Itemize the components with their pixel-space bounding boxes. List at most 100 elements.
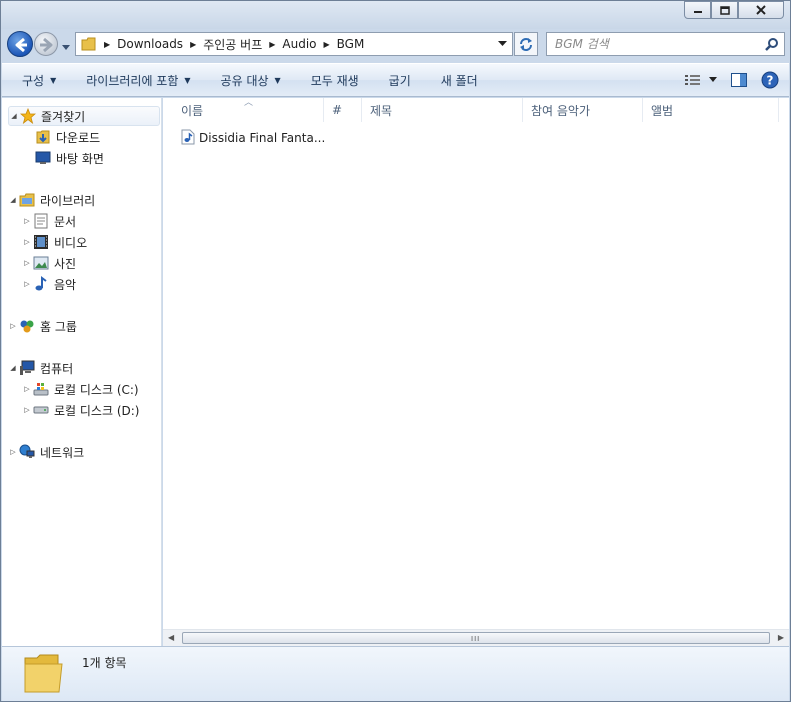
preview-pane-icon[interactable]	[731, 73, 747, 87]
column-header-contributing-artists[interactable]: 참여 음악가	[523, 98, 643, 122]
expand-arrow-icon[interactable]: ▷	[22, 238, 32, 246]
column-header-label: 앨범	[651, 103, 674, 118]
column-header-album[interactable]: 앨범	[643, 98, 779, 122]
organize-menu[interactable]: 구성 ▼	[2, 64, 71, 96]
column-header-label: 이름	[181, 103, 204, 118]
address-dropdown-icon[interactable]	[498, 41, 507, 47]
expand-arrow-icon[interactable]: ▷	[8, 448, 18, 456]
expand-arrow-icon[interactable]: ▷	[22, 259, 32, 267]
sidebar-item-network[interactable]: ▷ 네트워크	[8, 442, 84, 462]
expand-arrow-icon[interactable]: ▷	[22, 385, 32, 393]
sidebar-item-libraries[interactable]: ◢ 라이브러리	[8, 190, 95, 210]
burn-button[interactable]: 굽기	[374, 64, 426, 96]
breadcrumb-separator-icon[interactable]: ▶	[269, 40, 275, 49]
libraries-icon	[18, 192, 36, 208]
breadcrumb-separator-icon[interactable]: ▶	[190, 40, 196, 49]
close-button[interactable]	[738, 1, 784, 19]
sidebar-item-label: 음악	[54, 277, 77, 292]
scroll-right-icon[interactable]: ▶	[778, 633, 784, 642]
search-box[interactable]	[546, 32, 785, 56]
pictures-icon	[32, 255, 50, 271]
documents-icon	[32, 213, 50, 229]
maximize-button[interactable]	[711, 1, 738, 19]
grip-icon: III	[471, 635, 481, 643]
file-list[interactable]: ︿ 이름 # 제목 참여 음악가 앨범 Dissidia Final Fanta…	[163, 98, 789, 646]
command-bar: 구성 ▼ 라이브러리에 포함 ▼ 공유 대상 ▼ 모두 재생 굽기 새 폴더 ?	[2, 63, 789, 97]
column-header-title[interactable]: 제목	[362, 98, 523, 122]
sidebar-item-label: 라이브러리	[40, 193, 96, 208]
sidebar-item-documents[interactable]: ▷ 문서	[22, 211, 76, 231]
sidebar-item-favorites[interactable]: ◢ 즐겨찾기	[8, 106, 160, 126]
search-input[interactable]	[555, 37, 760, 51]
item-count: 1개 항목	[82, 656, 127, 670]
sidebar-item-computer[interactable]: ◢ 컴퓨터	[8, 358, 73, 378]
folder-icon	[24, 654, 63, 693]
sidebar-item-label: 네트워크	[40, 445, 85, 460]
expand-arrow-icon[interactable]: ◢	[8, 196, 18, 204]
video-icon	[32, 234, 50, 250]
star-icon	[19, 108, 37, 124]
sidebar-item-local-disk-c[interactable]: ▷ 로컬 디스크 (C:)	[22, 379, 139, 399]
breadcrumb-downloads[interactable]: Downloads	[117, 37, 183, 51]
refresh-button[interactable]	[514, 32, 538, 56]
breadcrumb-separator-icon[interactable]: ▶	[104, 40, 110, 49]
sidebar-item-label: 사진	[54, 256, 77, 271]
forward-button[interactable]	[34, 32, 58, 56]
sidebar-item-pictures[interactable]: ▷ 사진	[22, 253, 76, 273]
sidebar-item-label: 홈 그룹	[40, 319, 77, 334]
column-header-name[interactable]: 이름	[173, 98, 324, 122]
new-folder-button[interactable]: 새 폴더	[426, 64, 493, 96]
sidebar-item-homegroup[interactable]: ▷ 홈 그룹	[8, 316, 77, 336]
column-header-row: ︿ 이름 # 제목 참여 음악가 앨범	[163, 98, 789, 122]
chevron-down-icon: ▼	[50, 75, 57, 85]
breadcrumb-bgm[interactable]: BGM	[337, 37, 365, 51]
scroll-left-icon[interactable]: ◀	[168, 633, 174, 642]
horizontal-scrollbar[interactable]: ◀ III ▶	[163, 629, 789, 646]
expand-arrow-icon[interactable]: ▷	[22, 406, 32, 414]
change-view-button[interactable]	[685, 74, 717, 86]
sidebar-item-downloads[interactable]: 다운로드	[34, 127, 100, 147]
address-bar[interactable]: ▶ Downloads ▶ 주인공 버프 ▶ Audio ▶ BGM	[75, 32, 513, 56]
sidebar-item-videos[interactable]: ▷ 비디오	[22, 232, 87, 252]
include-in-library-menu[interactable]: 라이브러리에 포함 ▼	[71, 64, 205, 96]
organize-label: 구성	[22, 73, 45, 88]
include-in-library-label: 라이브러리에 포함	[86, 73, 179, 88]
breadcrumb-separator-icon[interactable]: ▶	[324, 40, 330, 49]
chevron-down-icon	[709, 77, 717, 82]
share-with-label: 공유 대상	[220, 73, 269, 88]
minimize-button[interactable]	[684, 1, 711, 19]
title-bar[interactable]	[1, 1, 790, 29]
sidebar-item-music[interactable]: ▷ 음악	[22, 274, 76, 294]
expand-arrow-icon[interactable]: ▷	[22, 280, 32, 288]
back-button[interactable]	[7, 31, 33, 57]
network-icon	[18, 444, 36, 460]
sidebar-item-label: 로컬 디스크 (C:)	[54, 382, 139, 397]
window-controls	[684, 1, 784, 19]
computer-icon	[18, 360, 36, 376]
sidebar-item-label: 바탕 화면	[56, 151, 104, 166]
expand-arrow-icon[interactable]: ◢	[8, 364, 18, 372]
sidebar-item-desktop[interactable]: 바탕 화면	[34, 148, 104, 168]
list-item[interactable]: Dissidia Final Fanta...	[181, 128, 325, 148]
expand-arrow-icon[interactable]: ▷	[22, 217, 32, 225]
search-icon[interactable]	[765, 37, 779, 51]
scrollbar-thumb[interactable]: III	[182, 632, 770, 644]
explorer-window: ▶ Downloads ▶ 주인공 버프 ▶ Audio ▶ BGM BGM 검…	[0, 0, 791, 702]
details-view-icon	[685, 75, 700, 85]
file-name: Dissidia Final Fanta...	[199, 131, 326, 145]
view-controls: ?	[685, 64, 779, 96]
column-header-label: 참여 음악가	[531, 103, 591, 118]
recent-pages-button[interactable]	[61, 40, 71, 54]
help-icon[interactable]: ?	[761, 71, 779, 89]
play-all-button[interactable]: 모두 재생	[296, 64, 374, 96]
breadcrumb-audio[interactable]: Audio	[282, 37, 316, 51]
expand-arrow-icon[interactable]: ▷	[8, 322, 18, 330]
breadcrumb-hero-buff[interactable]: 주인공 버프	[203, 36, 262, 53]
chevron-down-icon: ▼	[274, 75, 281, 85]
music-note-icon	[32, 276, 50, 292]
sidebar-item-local-disk-d[interactable]: ▷ 로컬 디스크 (D:)	[22, 400, 139, 420]
column-header-number[interactable]: #	[324, 98, 362, 122]
navigation-pane: ◢ 즐겨찾기 다운로드 바탕 화면 ◢ 라이브러리 ▷ 문서 ▷ 비디오 ▷ 사…	[2, 98, 162, 646]
expand-arrow-icon[interactable]: ◢	[9, 112, 19, 120]
share-with-menu[interactable]: 공유 대상 ▼	[206, 64, 296, 96]
